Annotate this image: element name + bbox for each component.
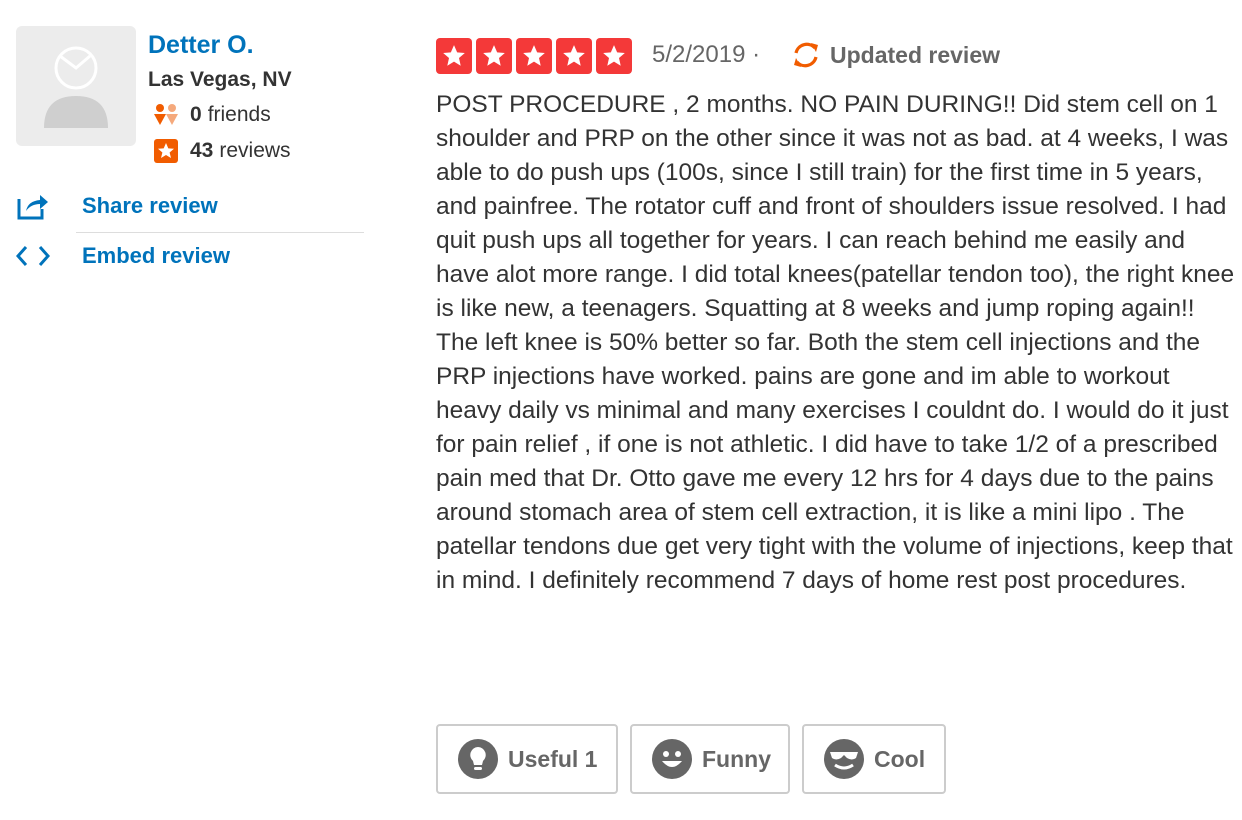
embed-code-icon xyxy=(16,240,52,272)
cool-label: Cool xyxy=(874,745,926,772)
updated-review-label: Updated review xyxy=(830,42,1000,68)
friends-stat: 0 friends xyxy=(152,101,271,129)
cool-button[interactable]: Cool xyxy=(802,724,946,794)
share-review-label: Share review xyxy=(82,193,218,218)
share-review-link[interactable]: Share review xyxy=(16,190,218,222)
star-icon xyxy=(476,38,512,74)
useful-button[interactable]: Useful 1 xyxy=(436,724,618,794)
actions-divider xyxy=(76,232,364,233)
date-separator: · xyxy=(752,41,761,68)
useful-label: Useful 1 xyxy=(508,745,598,772)
star-icon xyxy=(516,38,552,74)
share-icon xyxy=(16,190,52,222)
lightbulb-icon xyxy=(458,739,498,779)
friends-count: 0 xyxy=(190,103,202,126)
user-avatar[interactable] xyxy=(16,26,136,146)
review-text: POST PROCEDURE , 2 months. NO PAIN DURIN… xyxy=(436,91,1235,594)
reviews-count: 43 xyxy=(190,139,214,162)
funny-button[interactable]: Funny xyxy=(630,724,790,794)
friends-icon xyxy=(152,103,180,127)
review-date-value: 5/2/2019 xyxy=(652,41,746,68)
embed-review-label: Embed review xyxy=(82,243,230,268)
star-badge-icon xyxy=(152,139,180,163)
review-date: 5/2/2019 · xyxy=(652,40,760,70)
star-icon xyxy=(436,38,472,74)
refresh-icon xyxy=(790,40,822,70)
smiley-icon xyxy=(652,739,692,779)
reviews-label: reviews xyxy=(219,139,291,162)
default-avatar-icon xyxy=(44,46,108,128)
embed-review-link[interactable]: Embed review xyxy=(16,240,230,272)
star-icon xyxy=(596,38,632,74)
updated-review-link[interactable]: Updated review xyxy=(790,40,1000,70)
funny-label: Funny xyxy=(702,745,771,772)
star-rating xyxy=(436,38,632,74)
friends-label: friends xyxy=(207,103,271,126)
star-icon xyxy=(556,38,592,74)
sunglasses-smiley-icon xyxy=(824,739,864,779)
user-name-link[interactable]: Detter O. xyxy=(148,30,254,60)
user-location: Las Vegas, NV xyxy=(148,68,292,91)
reviews-stat: 43 reviews xyxy=(152,137,291,165)
